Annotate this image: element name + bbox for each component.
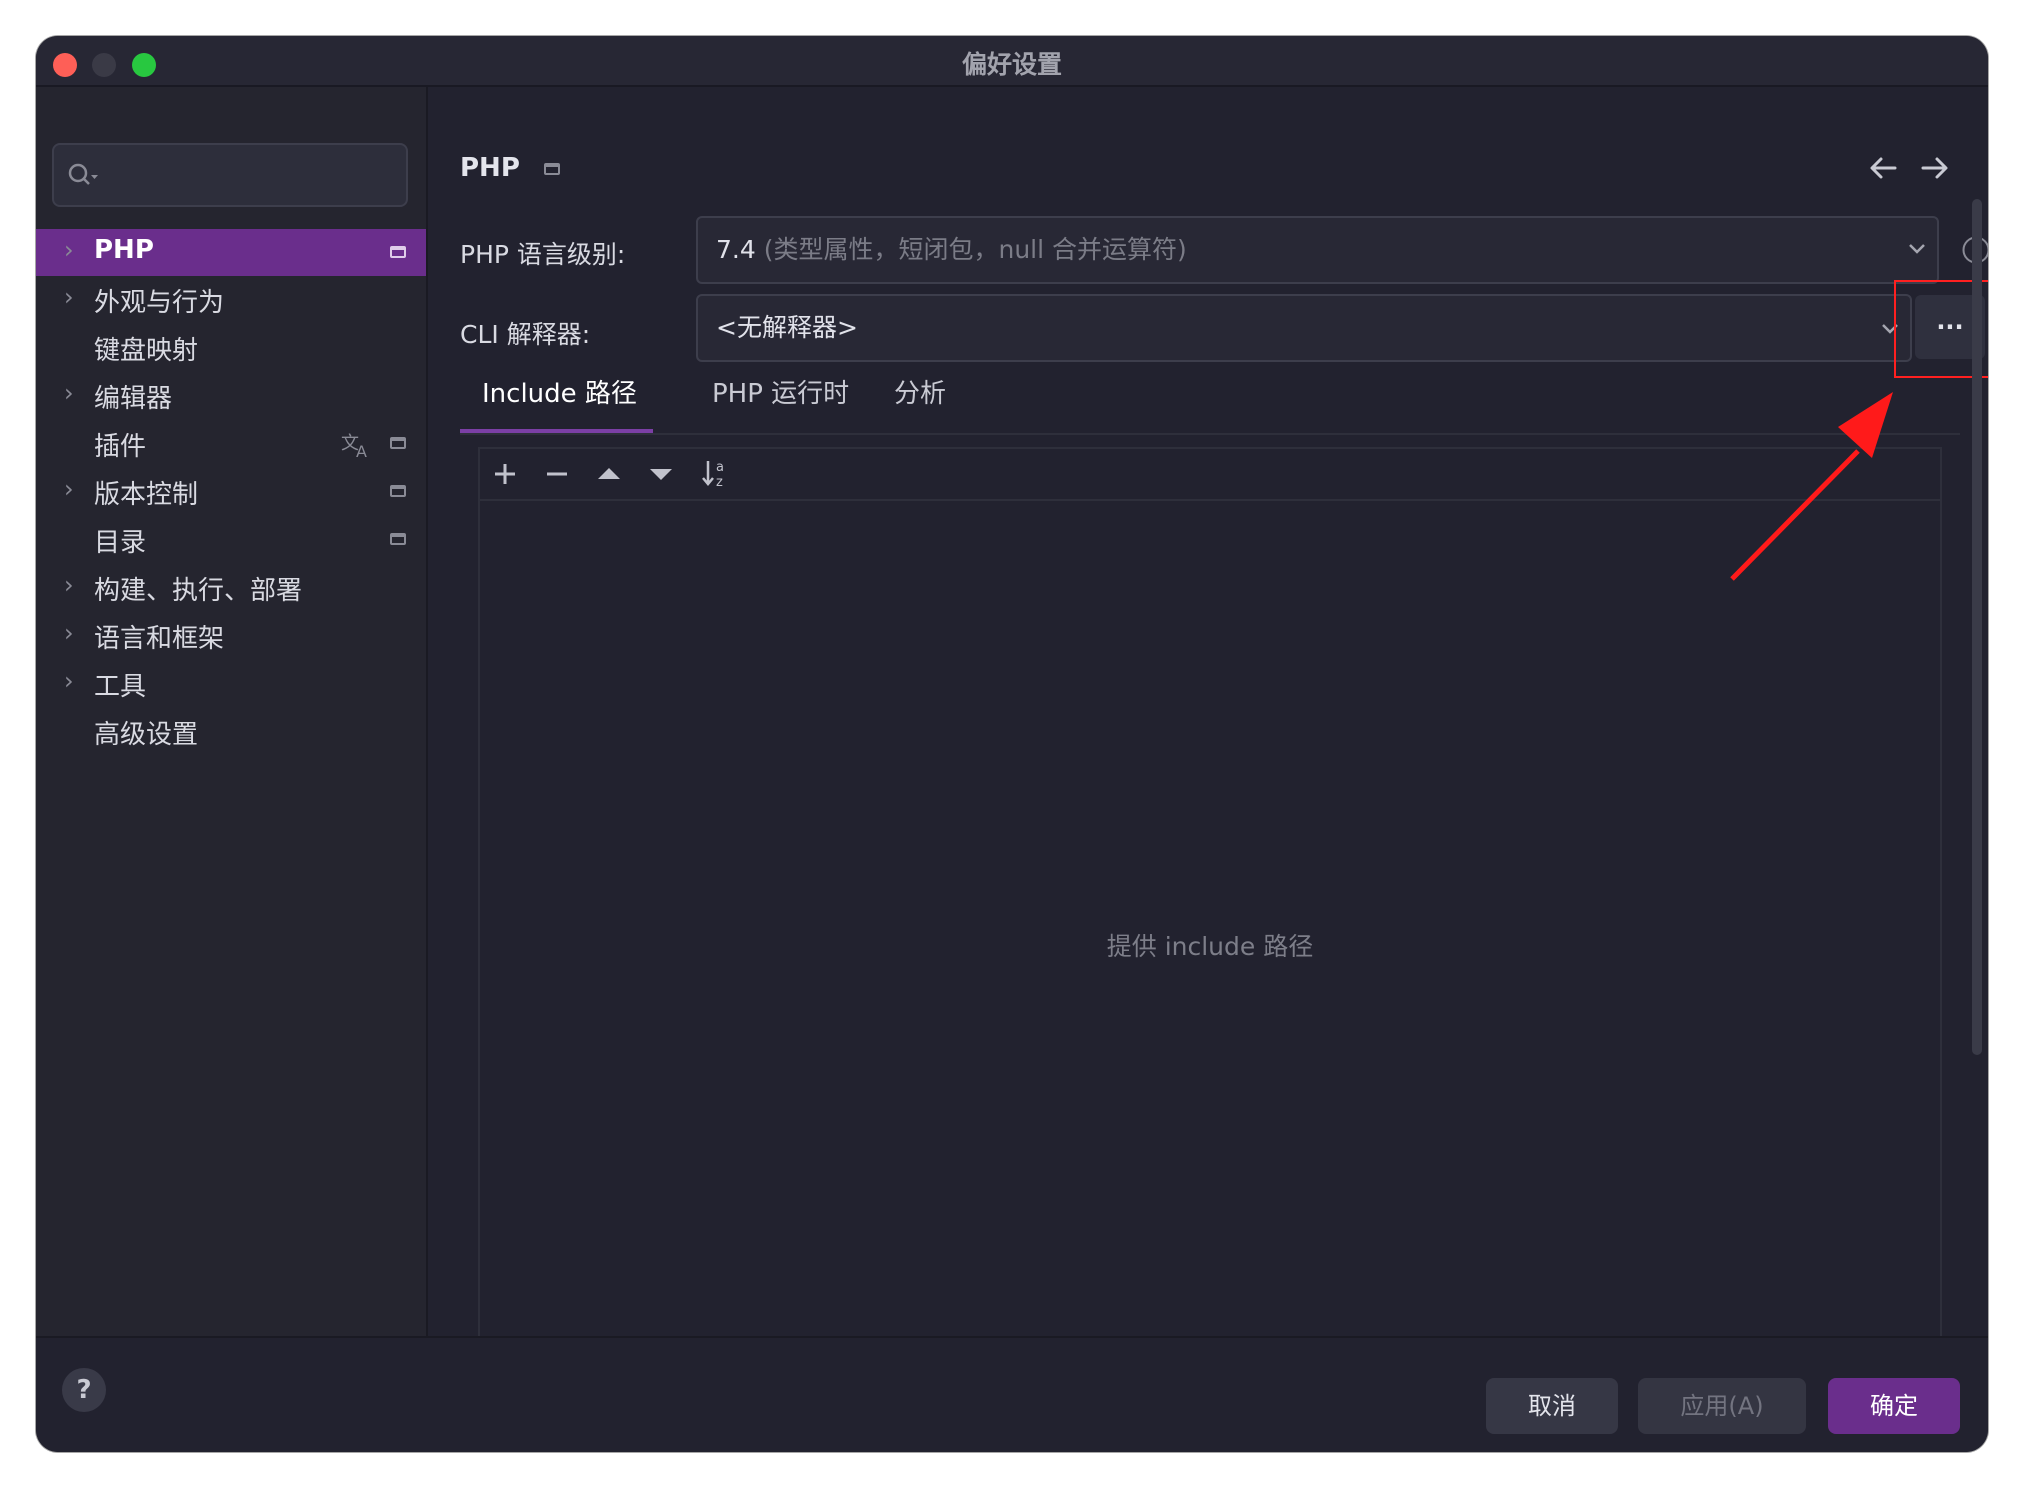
language-level-label: PHP 语言级别: — [460, 240, 626, 269]
settings-content: PHP PHP 语言级别: 7.4 (类型属性，短闭包，null 合并运算符) … — [428, 87, 1988, 1336]
preferences-window: 偏好设置 › PHP › 外观与行为 键盘映射 › 编辑器 插件 文 A › 版… — [36, 36, 1988, 1452]
project-scope-icon — [390, 485, 406, 497]
help-button[interactable]: ? — [62, 1368, 106, 1412]
svg-text:a: a — [716, 460, 724, 475]
red-arrow-annotation — [1730, 392, 1893, 581]
language-level-dropdown[interactable]: 7.4 (类型属性，短闭包，null 合并运算符) — [696, 216, 1939, 284]
chevron-right-icon: › — [64, 667, 74, 695]
chevron-down-icon — [1909, 244, 1925, 254]
back-arrow-icon[interactable] — [1868, 153, 1898, 183]
project-scope-icon — [390, 246, 406, 258]
project-scope-icon — [390, 533, 406, 545]
chevron-right-icon: › — [64, 236, 74, 264]
cli-interpreter-value: <无解释器> — [716, 313, 858, 342]
search-icon — [68, 163, 98, 185]
sidebar-item-appearance[interactable]: › 外观与行为 — [36, 276, 426, 323]
add-icon[interactable] — [492, 461, 518, 487]
sidebar-item-tools[interactable]: › 工具 — [36, 660, 426, 707]
include-empty-text: 提供 include 路径 — [1106, 932, 1314, 961]
sidebar: › PHP › 外观与行为 键盘映射 › 编辑器 插件 文 A › 版本控制 目… — [36, 87, 428, 1336]
title-bar: 偏好设置 — [36, 36, 1988, 87]
sidebar-item-languages[interactable]: › 语言和框架 — [36, 612, 426, 659]
project-scope-icon — [390, 437, 406, 449]
remove-icon[interactable] — [544, 461, 570, 487]
translate-icon: 文 A — [341, 433, 367, 458]
window-title: 偏好设置 — [961, 50, 1062, 79]
move-up-icon[interactable] — [596, 461, 622, 487]
sidebar-item-build[interactable]: › 构建、执行、部署 — [36, 564, 426, 611]
chevron-right-icon: › — [64, 283, 74, 311]
chevron-right-icon: › — [64, 475, 74, 503]
tab-analysis[interactable]: 分析 — [894, 373, 946, 410]
sidebar-item-php[interactable]: › PHP — [36, 229, 426, 276]
project-scope-icon — [544, 163, 560, 175]
ok-button[interactable]: 确定 — [1828, 1378, 1960, 1434]
svg-text:A: A — [356, 442, 367, 458]
language-level-description: (类型属性，短闭包，null 合并运算符) — [763, 235, 1187, 264]
move-down-icon[interactable] — [648, 461, 674, 487]
tab-php-runtime[interactable]: PHP 运行时 — [712, 373, 849, 410]
page-title: PHP — [460, 153, 520, 183]
sidebar-item-advanced[interactable]: 高级设置 — [36, 708, 426, 755]
sidebar-item-directories[interactable]: 目录 — [36, 516, 426, 563]
forward-arrow-icon[interactable] — [1920, 153, 1950, 183]
scrollbar[interactable] — [1972, 199, 1982, 1055]
sidebar-item-keymap[interactable]: 键盘映射 — [36, 324, 426, 371]
include-toolbar: a z — [480, 449, 1940, 501]
cli-interpreter-label: CLI 解释器: — [460, 320, 591, 349]
sidebar-item-plugins[interactable]: 插件 文 A — [36, 420, 426, 467]
sidebar-item-editor[interactable]: › 编辑器 — [36, 372, 426, 419]
tab-include-path[interactable]: Include 路径 — [482, 373, 637, 410]
dialog-footer: ? 取消 应用(A) 确定 — [36, 1336, 1988, 1452]
svg-text:z: z — [716, 475, 723, 489]
chevron-right-icon: › — [64, 619, 74, 647]
chevron-right-icon: › — [64, 379, 74, 407]
language-level-value: 7.4 — [716, 235, 756, 264]
chevron-right-icon: › — [64, 571, 74, 599]
include-path-panel: a z 提供 include 路径 — [478, 447, 1942, 1336]
cli-interpreter-dropdown[interactable]: <无解释器> — [696, 294, 1912, 362]
apply-button[interactable]: 应用(A) — [1638, 1378, 1806, 1434]
sort-alpha-icon[interactable]: a z — [700, 457, 730, 489]
sidebar-item-vcs[interactable]: › 版本控制 — [36, 468, 426, 515]
search-input[interactable] — [52, 143, 408, 207]
cancel-button[interactable]: 取消 — [1486, 1378, 1618, 1434]
